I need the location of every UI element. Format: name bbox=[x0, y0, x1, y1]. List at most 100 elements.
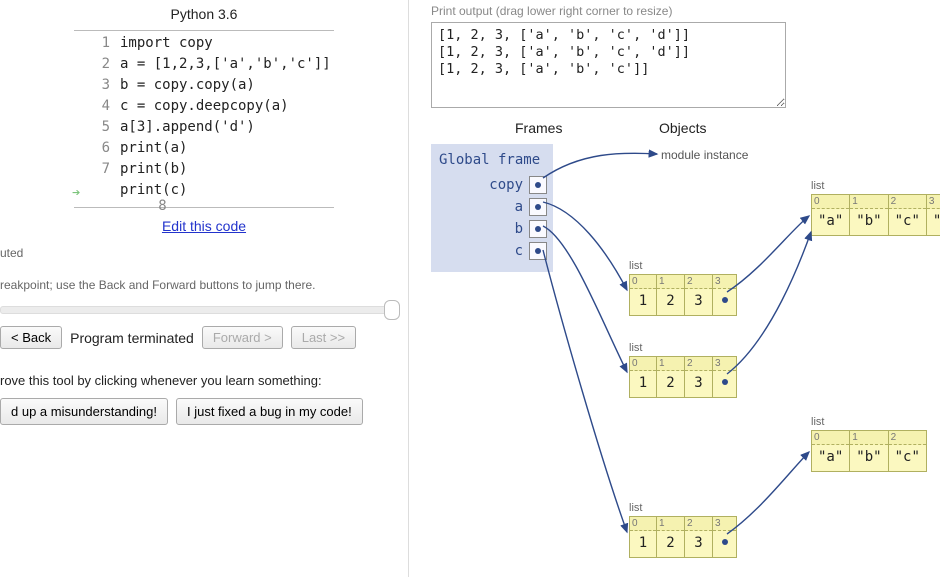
step-slider[interactable] bbox=[0, 306, 397, 314]
last-button[interactable]: Last >> bbox=[291, 326, 356, 349]
right-pane: Print output (drag lower right corner to… bbox=[408, 0, 940, 577]
line-number: 4 bbox=[74, 98, 120, 114]
var-name: b bbox=[515, 221, 523, 237]
print-line: [1, 2, 3, ['a', 'b', 'c', 'd']] bbox=[438, 27, 690, 43]
cell-index: 2 bbox=[889, 195, 926, 209]
cell-value: "d" bbox=[927, 209, 940, 235]
executed-status: uted bbox=[0, 246, 408, 260]
code-text: import copy bbox=[120, 35, 213, 51]
pointer-dot-icon bbox=[722, 379, 728, 385]
frame-var-row: a bbox=[431, 196, 553, 218]
cell-value: "c" bbox=[889, 209, 926, 235]
code-text: print(c) bbox=[120, 182, 187, 198]
list-type-label: list bbox=[811, 416, 824, 428]
cell-value: 1 bbox=[630, 371, 656, 397]
list-cell: 3 bbox=[713, 356, 737, 398]
slider-knob-icon[interactable] bbox=[384, 300, 400, 320]
print-output-label: Print output (drag lower right corner to… bbox=[431, 4, 940, 18]
heap-list-c: 01 12 23 3 bbox=[629, 516, 737, 558]
cell-index: 1 bbox=[657, 275, 684, 289]
list-cell: 23 bbox=[685, 356, 713, 398]
code-text: b = copy.copy(a) bbox=[120, 77, 255, 93]
program-terminated-label: Program terminated bbox=[70, 330, 194, 346]
left-pane: Python 3.6 1 import copy 2 a = [1,2,3,['… bbox=[0, 0, 408, 577]
edit-code-link[interactable]: Edit this code bbox=[162, 218, 246, 234]
line-number: 5 bbox=[74, 119, 120, 135]
code-line[interactable]: ➔8 print(c) bbox=[74, 182, 334, 203]
cell-value: "c" bbox=[889, 445, 926, 471]
pointer-dot-icon bbox=[535, 204, 541, 210]
objects-header: Objects bbox=[659, 120, 706, 136]
cell-index: 0 bbox=[812, 195, 849, 209]
print-line: [1, 2, 3, ['a', 'b', 'c', 'd']] bbox=[438, 44, 690, 60]
line-number: 1 bbox=[74, 35, 120, 51]
fixed-bug-button[interactable]: I just fixed a bug in my code! bbox=[176, 398, 363, 425]
code-text: print(a) bbox=[120, 140, 187, 156]
frame-var-row: copy bbox=[431, 174, 553, 196]
code-line[interactable]: 5 a[3].append('d') bbox=[74, 119, 334, 140]
code-line[interactable]: 1 import copy bbox=[74, 35, 334, 56]
print-line: [1, 2, 3, ['a', 'b', 'c']] bbox=[438, 61, 649, 77]
cell-value: "a" bbox=[812, 445, 849, 471]
var-name: copy bbox=[489, 177, 523, 193]
list-cell: 12 bbox=[657, 274, 685, 316]
pointer-dot-icon bbox=[535, 248, 541, 254]
nav-button-row: < Back Program terminated Forward > Last… bbox=[0, 326, 408, 349]
code-line[interactable]: 4 c = copy.deepcopy(a) bbox=[74, 98, 334, 119]
var-name: c bbox=[515, 243, 523, 259]
line-number: ➔8 bbox=[74, 182, 120, 230]
pointer-dot-icon bbox=[722, 539, 728, 545]
module-instance-label: module instance bbox=[661, 148, 748, 162]
page: Python 3.6 1 import copy 2 a = [1,2,3,['… bbox=[0, 0, 940, 577]
list-cell: 3"d" bbox=[927, 194, 940, 236]
heap-list-a: 01 12 23 3 bbox=[629, 274, 737, 316]
line-number: 7 bbox=[74, 161, 120, 177]
list-type-label: list bbox=[811, 180, 824, 192]
cell-index: 3 bbox=[927, 195, 940, 209]
code-line[interactable]: 2 a = [1,2,3,['a','b','c']] bbox=[74, 56, 334, 77]
var-name: a bbox=[515, 199, 523, 215]
line-number: 6 bbox=[74, 140, 120, 156]
list-cell: 2"c" bbox=[889, 194, 927, 236]
list-type-label: list bbox=[629, 502, 642, 514]
list-cell: 12 bbox=[657, 516, 685, 558]
pointer-box bbox=[529, 176, 547, 194]
cell-value: 3 bbox=[685, 371, 712, 397]
line-number: 2 bbox=[74, 56, 120, 72]
code-editor: 1 import copy 2 a = [1,2,3,['a','b','c']… bbox=[74, 30, 334, 208]
cell-index: 0 bbox=[630, 357, 656, 371]
cell-value: 2 bbox=[657, 371, 684, 397]
back-button[interactable]: < Back bbox=[0, 326, 62, 349]
cell-index: 1 bbox=[850, 195, 887, 209]
cell-index: 3 bbox=[713, 275, 736, 289]
cell-index: 0 bbox=[630, 275, 656, 289]
frame-var-row: b bbox=[431, 218, 553, 240]
list-type-label: list bbox=[629, 342, 642, 354]
cell-index: 1 bbox=[657, 357, 684, 371]
cell-index: 0 bbox=[630, 517, 656, 531]
code-text: print(b) bbox=[120, 161, 187, 177]
list-cell: 0"a" bbox=[811, 430, 850, 472]
pointer-dot-icon bbox=[535, 182, 541, 188]
python-version-title: Python 3.6 bbox=[0, 6, 408, 22]
code-line[interactable]: 7 print(b) bbox=[74, 161, 334, 182]
list-cell: 23 bbox=[685, 516, 713, 558]
pointer-box bbox=[529, 220, 547, 238]
list-cell: 1"b" bbox=[850, 194, 888, 236]
code-line[interactable]: 6 print(a) bbox=[74, 140, 334, 161]
cell-index: 2 bbox=[889, 431, 926, 445]
global-frame-box: Global frame copy a b c bbox=[431, 144, 553, 272]
heap-list-b: 01 12 23 3 bbox=[629, 356, 737, 398]
list-cell: 1"b" bbox=[850, 430, 888, 472]
forward-button[interactable]: Forward > bbox=[202, 326, 283, 349]
breakpoint-hint: reakpoint; use the Back and Forward butt… bbox=[0, 278, 408, 292]
edit-code-link-wrap: Edit this code bbox=[0, 218, 408, 234]
print-output[interactable]: [1, 2, 3, ['a', 'b', 'c', 'd']] [1, 2, 3… bbox=[431, 22, 786, 108]
code-text: c = copy.deepcopy(a) bbox=[120, 98, 289, 114]
code-line[interactable]: 3 b = copy.copy(a) bbox=[74, 77, 334, 98]
list-type-label: list bbox=[629, 260, 642, 272]
list-cell: 3 bbox=[713, 274, 737, 316]
pointer-box bbox=[529, 242, 547, 260]
list-cell: 01 bbox=[629, 274, 657, 316]
cleared-misunderstanding-button[interactable]: d up a misunderstanding! bbox=[0, 398, 168, 425]
